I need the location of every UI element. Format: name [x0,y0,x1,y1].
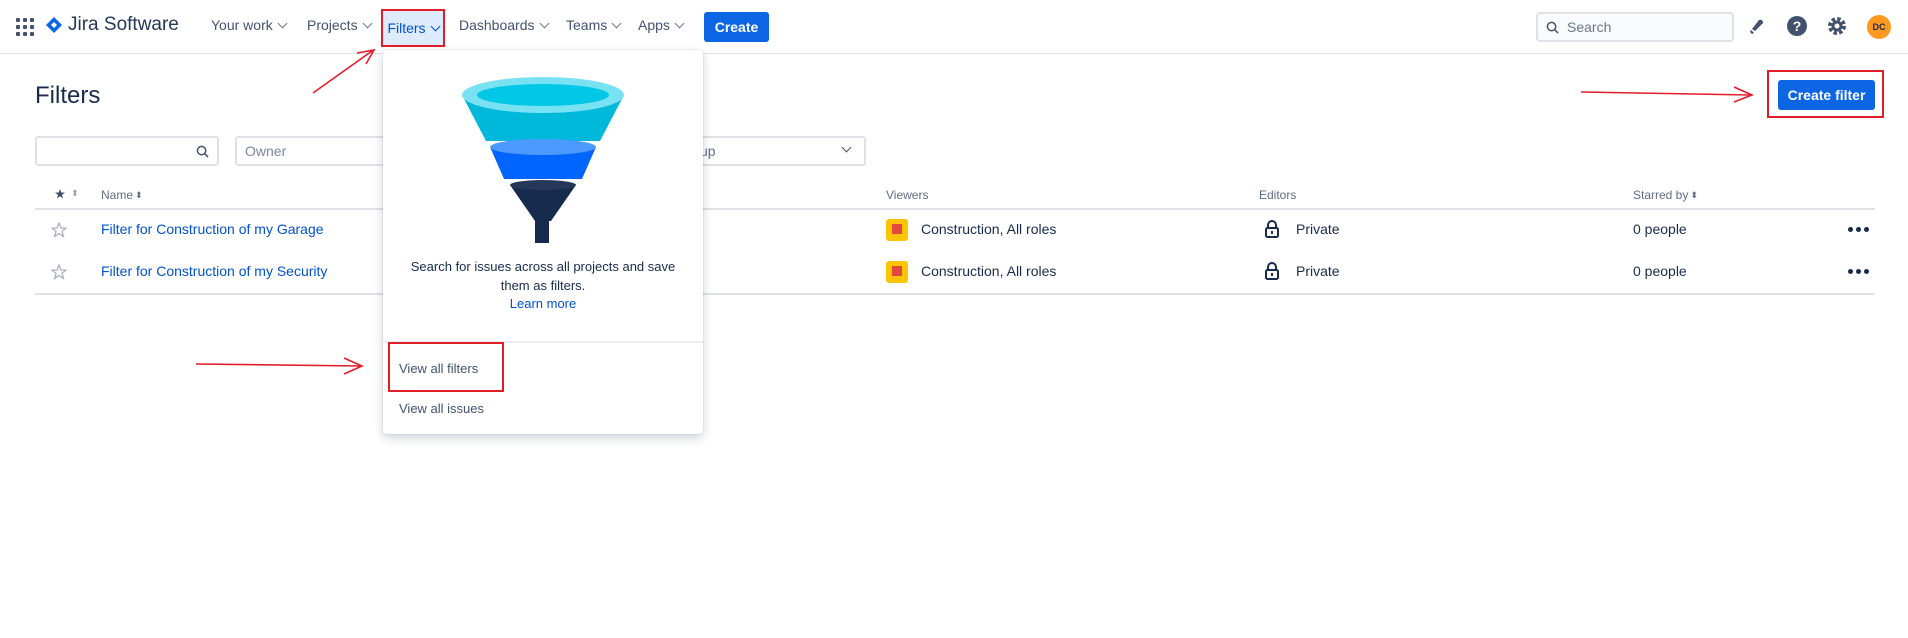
annotation-arrows [195,48,1755,375]
name-column-header[interactable]: Name ⬍ [101,188,143,202]
starred-by-value: 0 people [1633,221,1687,237]
view-all-issues-item[interactable]: View all issues [399,401,484,416]
arrow-to-create-filter [1580,86,1755,103]
viewers-value: Construction, All roles [921,221,1057,237]
create-button[interactable]: Create [704,12,769,42]
learn-more-link[interactable]: Learn more [383,296,703,311]
chevron-down-icon [277,18,288,28]
starred-column-header[interactable]: ⬍ [55,188,79,199]
table-bottom-divider [35,293,1875,295]
header-label: Starred by [1633,188,1689,202]
dropdown-description: Search for issues across all projects an… [410,259,676,293]
user-avatar[interactable]: DC [1867,15,1891,39]
more-actions-icon[interactable] [1848,227,1869,232]
funnel-illustration-icon [462,77,624,243]
nav-your-work[interactable]: Your work [211,17,288,33]
chevron-down-icon [362,18,373,28]
chevron-down-icon [611,18,622,28]
owner-placeholder: Owner [245,143,287,159]
starred-by-column-header[interactable]: Starred by ⬍ [1633,188,1698,202]
editors-column-header: Editors [1259,188,1296,202]
editors-value: Private [1296,221,1340,237]
star-outline-icon[interactable] [51,222,67,238]
starred-by-value: 0 people [1633,263,1687,279]
star-icon [55,188,65,198]
header-label: Editors [1259,188,1297,202]
header-label: Viewers [886,188,929,202]
viewers-value: Construction, All roles [921,263,1057,279]
jira-diamond-icon [46,17,62,33]
nav-label: Apps [638,17,670,33]
logo-text: Jira Software [68,14,179,35]
notifications-icon[interactable] [1746,15,1768,37]
search-input[interactable]: Search [1536,12,1734,42]
nav-projects[interactable]: Projects [307,17,373,33]
jira-logo[interactable]: Jira Software [46,14,179,36]
nav-label: Teams [566,17,608,33]
top-navigation: Jira Software Your work Projects Filters… [0,0,1908,54]
group-select[interactable]: up [680,136,866,166]
nav-label: Your work [211,17,273,33]
sort-icon: ⬍ [1690,189,1698,200]
help-icon[interactable]: ? [1786,15,1808,37]
chevron-down-icon [430,21,441,31]
view-all-filters-highlight [388,342,504,392]
nav-label: Filters [387,20,426,36]
star-outline-icon[interactable] [51,264,67,280]
filter-search-input[interactable] [35,136,219,166]
sort-icon: ⬍ [135,189,143,200]
filter-name-link[interactable]: Filter for Construction of my Security [101,263,327,279]
sort-icon: ⬍ [71,188,79,198]
filter-name-link[interactable]: Filter for Construction of my Garage [101,221,324,237]
nav-label: Dashboards [459,17,535,33]
arrow-to-view-all-filters [195,357,364,375]
lock-icon [1265,262,1279,280]
page-title: Filters [35,82,101,109]
search-icon [1546,21,1559,34]
search-icon [196,145,209,158]
table-header-divider [35,208,1875,210]
chevron-down-icon [539,18,549,28]
create-filter-highlight: Create filter [1767,70,1884,118]
project-avatar-icon [886,261,908,283]
owner-picker[interactable]: Owner [235,136,395,166]
project-avatar-icon [886,219,908,241]
editors-value: Private [1296,263,1340,279]
search-placeholder: Search [1567,19,1612,35]
lock-icon [1265,220,1279,238]
viewers-column-header: Viewers [886,188,928,202]
header-label: Name [101,188,134,202]
more-actions-icon[interactable] [1848,269,1869,274]
nav-dashboards[interactable]: Dashboards [459,17,549,33]
nav-label: Projects [307,17,358,33]
settings-gear-icon[interactable] [1826,15,1848,37]
nav-apps[interactable]: Apps [638,17,685,33]
nav-filters[interactable]: Filters [381,9,445,47]
chevron-down-icon [674,18,685,28]
arrow-to-filters [312,48,376,94]
chevron-down-icon [841,142,852,153]
nav-teams[interactable]: Teams [566,17,622,33]
create-filter-button[interactable]: Create filter [1778,80,1875,110]
svg-text:?: ? [1793,18,1802,34]
app-switcher-icon[interactable] [16,18,34,36]
